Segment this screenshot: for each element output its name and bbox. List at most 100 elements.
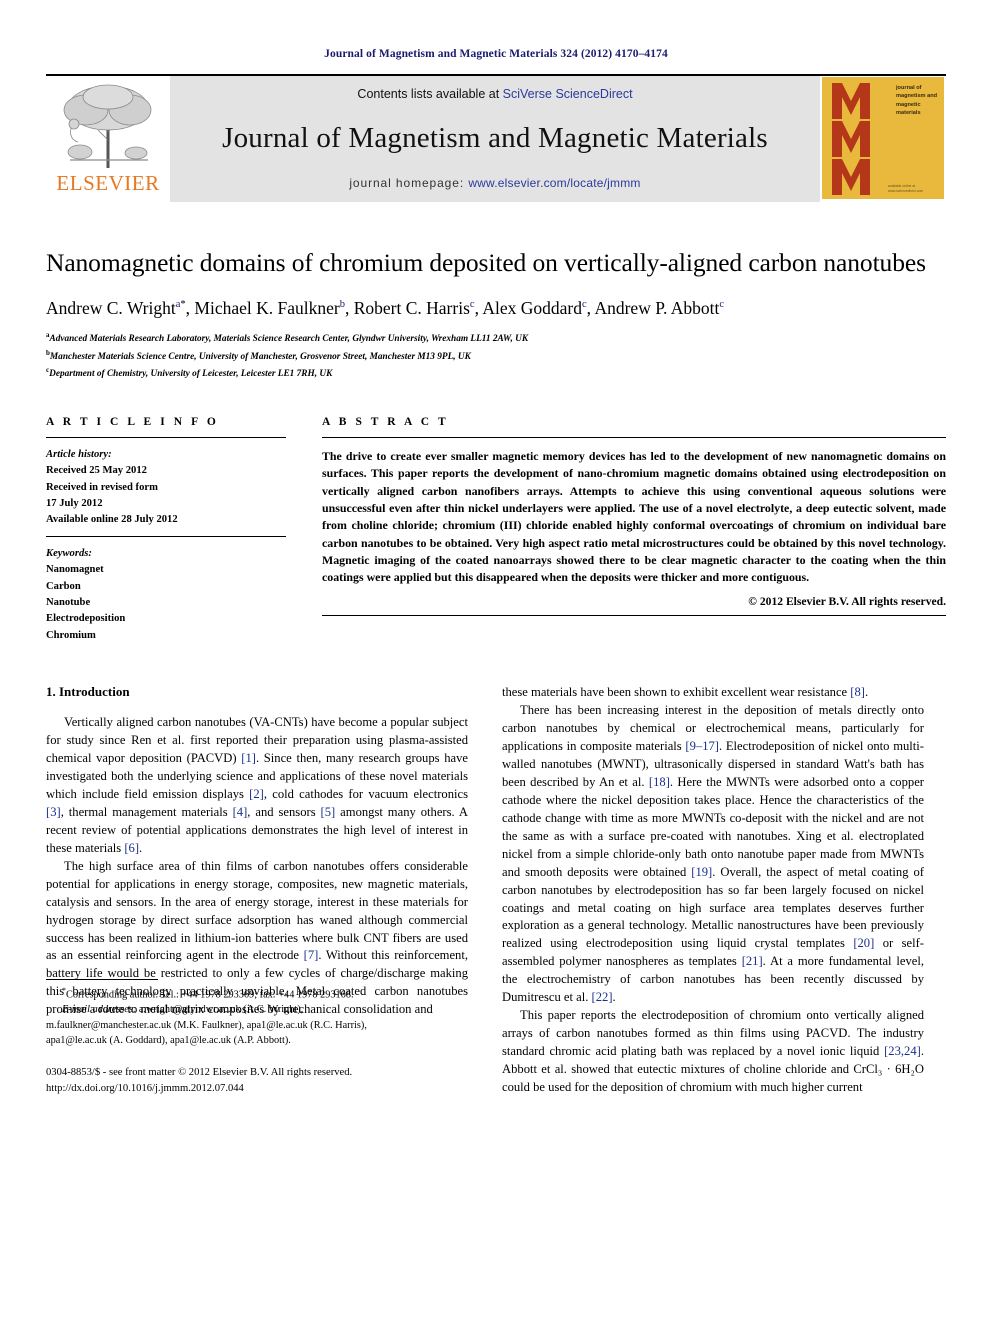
citation-ref[interactable]: [9–17] xyxy=(685,739,719,753)
citation-ref[interactable]: [18] xyxy=(649,775,670,789)
contents-prefix: Contents lists available at xyxy=(357,87,503,101)
body-column-right: these materials have been shown to exhib… xyxy=(502,684,924,1097)
body-paragraph: Vertically aligned carbon nanotubes (VA-… xyxy=(46,715,469,855)
affiliation-marker: b xyxy=(46,348,50,357)
citation-ref[interactable]: [4] xyxy=(233,805,248,819)
left-column-paragraphs: Vertically aligned carbon nanotubes (VA-… xyxy=(46,714,468,1019)
elsevier-logo: ELSEVIER xyxy=(46,76,170,202)
citation-ref[interactable]: [22] xyxy=(592,990,613,1004)
body-paragraph: these materials have been shown to exhib… xyxy=(502,685,869,700)
citation-ref[interactable]: [2] xyxy=(249,787,264,801)
affiliation-line: cDepartment of Chemistry, University of … xyxy=(46,365,333,379)
citation-ref[interactable]: [7] xyxy=(304,948,319,962)
copyright-line: © 2012 Elsevier B.V. All rights reserved… xyxy=(748,594,946,608)
keywords-block: Keywords: Nanomagnet Carbon Nanotube Electr… xyxy=(46,546,286,644)
citation-ref[interactable]: [3] xyxy=(46,805,61,819)
journal-masthead: ELSEVIER Contents lists available at Sci… xyxy=(46,74,946,202)
journal-cover-thumbnail: journal of magnetism and magnetic materi… xyxy=(820,76,946,202)
citation-ref[interactable]: [6] xyxy=(124,841,139,855)
abstract-rule-bottom xyxy=(322,614,946,616)
journal-title: Journal of Magnetism and Magnetic Materi… xyxy=(222,122,768,154)
article-history-label: Article history: xyxy=(46,448,112,460)
keyword-item: Nanotube xyxy=(46,597,91,609)
email-line-1[interactable]: m.faulkner@manchester.ac.uk (M.K. Faulkn… xyxy=(46,1018,468,1033)
author-list: Andrew C. Wrighta*, Michael K. Faulknerb… xyxy=(46,297,725,318)
sciencedirect-link[interactable]: SciVerse ScienceDirect xyxy=(503,87,633,101)
citation-ref[interactable]: [20] xyxy=(853,936,874,950)
citation-ref[interactable]: [5] xyxy=(321,805,336,819)
title-block: Nanomagnetic domains of chromium deposit… xyxy=(46,246,946,382)
email-line-0[interactable]: a.wright@glyndwr.ac.uk (A.C. Wright), xyxy=(139,1004,303,1015)
author-name: Andrew P. Abbott xyxy=(594,297,720,318)
keyword-item: Electrodeposition xyxy=(46,613,126,625)
affiliation-line: bManchester Materials Science Centre, Un… xyxy=(46,348,471,362)
citation-ref[interactable]: [19] xyxy=(691,865,712,879)
citation-ref[interactable]: [23,24] xyxy=(884,1044,921,1058)
keyword-item: Carbon xyxy=(46,580,81,592)
cover-title-text: journal of magnetism and magnetic materi… xyxy=(896,85,938,117)
corresponding-text: Corresponding author. Tel.: +44 1978 293… xyxy=(66,989,354,1001)
keyword-item: Chromium xyxy=(46,629,96,641)
footnote-rule xyxy=(46,978,158,980)
article-info-rule-mid xyxy=(46,535,286,537)
elsevier-wordmark: ELSEVIER xyxy=(56,171,160,195)
section-heading-introduction: 1. Introduction xyxy=(46,684,130,700)
email-addresses-label-line: E-mail addresses: a.wright@glyndwr.ac.uk… xyxy=(46,1002,468,1017)
abstract-rule-top xyxy=(322,436,946,438)
abstract-column: A B S T R A C T The drive to create ever… xyxy=(322,416,946,644)
author-name: Andrew C. Wright xyxy=(46,297,176,318)
article-history-line: 17 July 2012 xyxy=(46,498,103,510)
corresponding-author-marker: * xyxy=(180,298,186,310)
article-history: Article history: Received 25 May 2012 Rec… xyxy=(46,447,286,529)
cover-footer-text: available online at www.sciencedirect.co… xyxy=(888,183,924,193)
body-paragraph: There has been increasing interest in th… xyxy=(502,703,925,1005)
citation-ref[interactable]: [21] xyxy=(742,954,763,968)
article-history-line: Received in revised form xyxy=(46,481,158,493)
author-name: Alex Goddard xyxy=(482,297,582,318)
front-matter-block: 0304-8853/$ - see front matter © 2012 El… xyxy=(46,1065,468,1097)
keyword-item: Nanomagnet xyxy=(46,564,104,576)
email-line-2[interactable]: apa1@le.ac.uk (A. Goddard), apa1@le.ac.u… xyxy=(46,1033,468,1048)
article-info-column: A R T I C L E I N F O Article history: R… xyxy=(46,416,286,644)
footnote-block: *Corresponding author. Tel.: +44 1978 29… xyxy=(46,978,468,1097)
page-title: Nanomagnetic domains of chromium deposit… xyxy=(46,248,926,277)
running-head: Journal of Magnetism and Magnetic Materi… xyxy=(324,48,668,60)
homepage-prefix: journal homepage: xyxy=(349,176,469,190)
author-affiliation-marker: b xyxy=(339,298,345,310)
body-columns: 1. Introduction Vertically aligned carbo… xyxy=(46,684,946,1097)
keywords-label: Keywords: xyxy=(46,547,92,559)
elsevier-tree-icon xyxy=(63,84,152,168)
article-info-heading: A R T I C L E I N F O xyxy=(46,415,219,428)
right-column-paragraphs: these materials have been shown to exhib… xyxy=(502,684,924,1097)
contents-line: Contents lists available at SciVerse Sci… xyxy=(357,87,632,101)
abstract-text: The drive to create ever smaller magneti… xyxy=(322,448,946,585)
body-paragraph: This paper reports the electrodeposition… xyxy=(502,1008,924,1094)
info-abstract-block: A R T I C L E I N F O Article history: R… xyxy=(46,416,946,644)
affiliation-list: aAdvanced Materials Research Laboratory,… xyxy=(46,330,946,381)
doi-link[interactable]: http://dx.doi.org/10.1016/j.jmmm.2012.07… xyxy=(46,1081,468,1097)
paper-page: Journal of Magnetism and Magnetic Materi… xyxy=(0,0,992,1323)
citation-ref[interactable]: [8] xyxy=(850,685,865,699)
keyword-items: Nanomagnet Carbon Nanotube Electrodepositio… xyxy=(46,562,286,644)
email-addresses-label: E-mail addresses: xyxy=(62,1004,137,1016)
affiliation-marker: a xyxy=(46,331,50,340)
author-name: Robert C. Harris xyxy=(353,297,470,318)
author-affiliation-marker: c xyxy=(582,298,587,310)
front-matter-line: 0304-8853/$ - see front matter © 2012 El… xyxy=(46,1067,353,1079)
homepage-link[interactable]: www.elsevier.com/locate/jmmm xyxy=(468,176,640,190)
homepage-line: journal homepage: www.elsevier.com/locat… xyxy=(349,176,640,190)
citation-ref[interactable]: [1] xyxy=(241,751,256,765)
affiliation-marker: c xyxy=(46,365,50,374)
journal-band: Contents lists available at SciVerse Sci… xyxy=(170,76,820,202)
article-info-rule-top xyxy=(46,436,286,438)
author-name: Michael K. Faulkner xyxy=(194,297,340,318)
author-affiliation-marker: c xyxy=(469,298,475,310)
article-history-line: Available online 28 July 2012 xyxy=(46,514,178,526)
body-column-left: 1. Introduction Vertically aligned carbo… xyxy=(46,684,468,1097)
cover-artwork: journal of magnetism and magnetic materi… xyxy=(822,77,944,199)
corresponding-author-note: *Corresponding author. Tel.: +44 1978 29… xyxy=(46,985,468,1003)
affiliation-line: aAdvanced Materials Research Laboratory,… xyxy=(46,331,529,345)
author-affiliation-marker: c xyxy=(719,298,725,310)
article-history-lines: Received 25 May 2012 Received in revised … xyxy=(46,463,286,529)
abstract-heading: A B S T R A C T xyxy=(322,415,449,428)
